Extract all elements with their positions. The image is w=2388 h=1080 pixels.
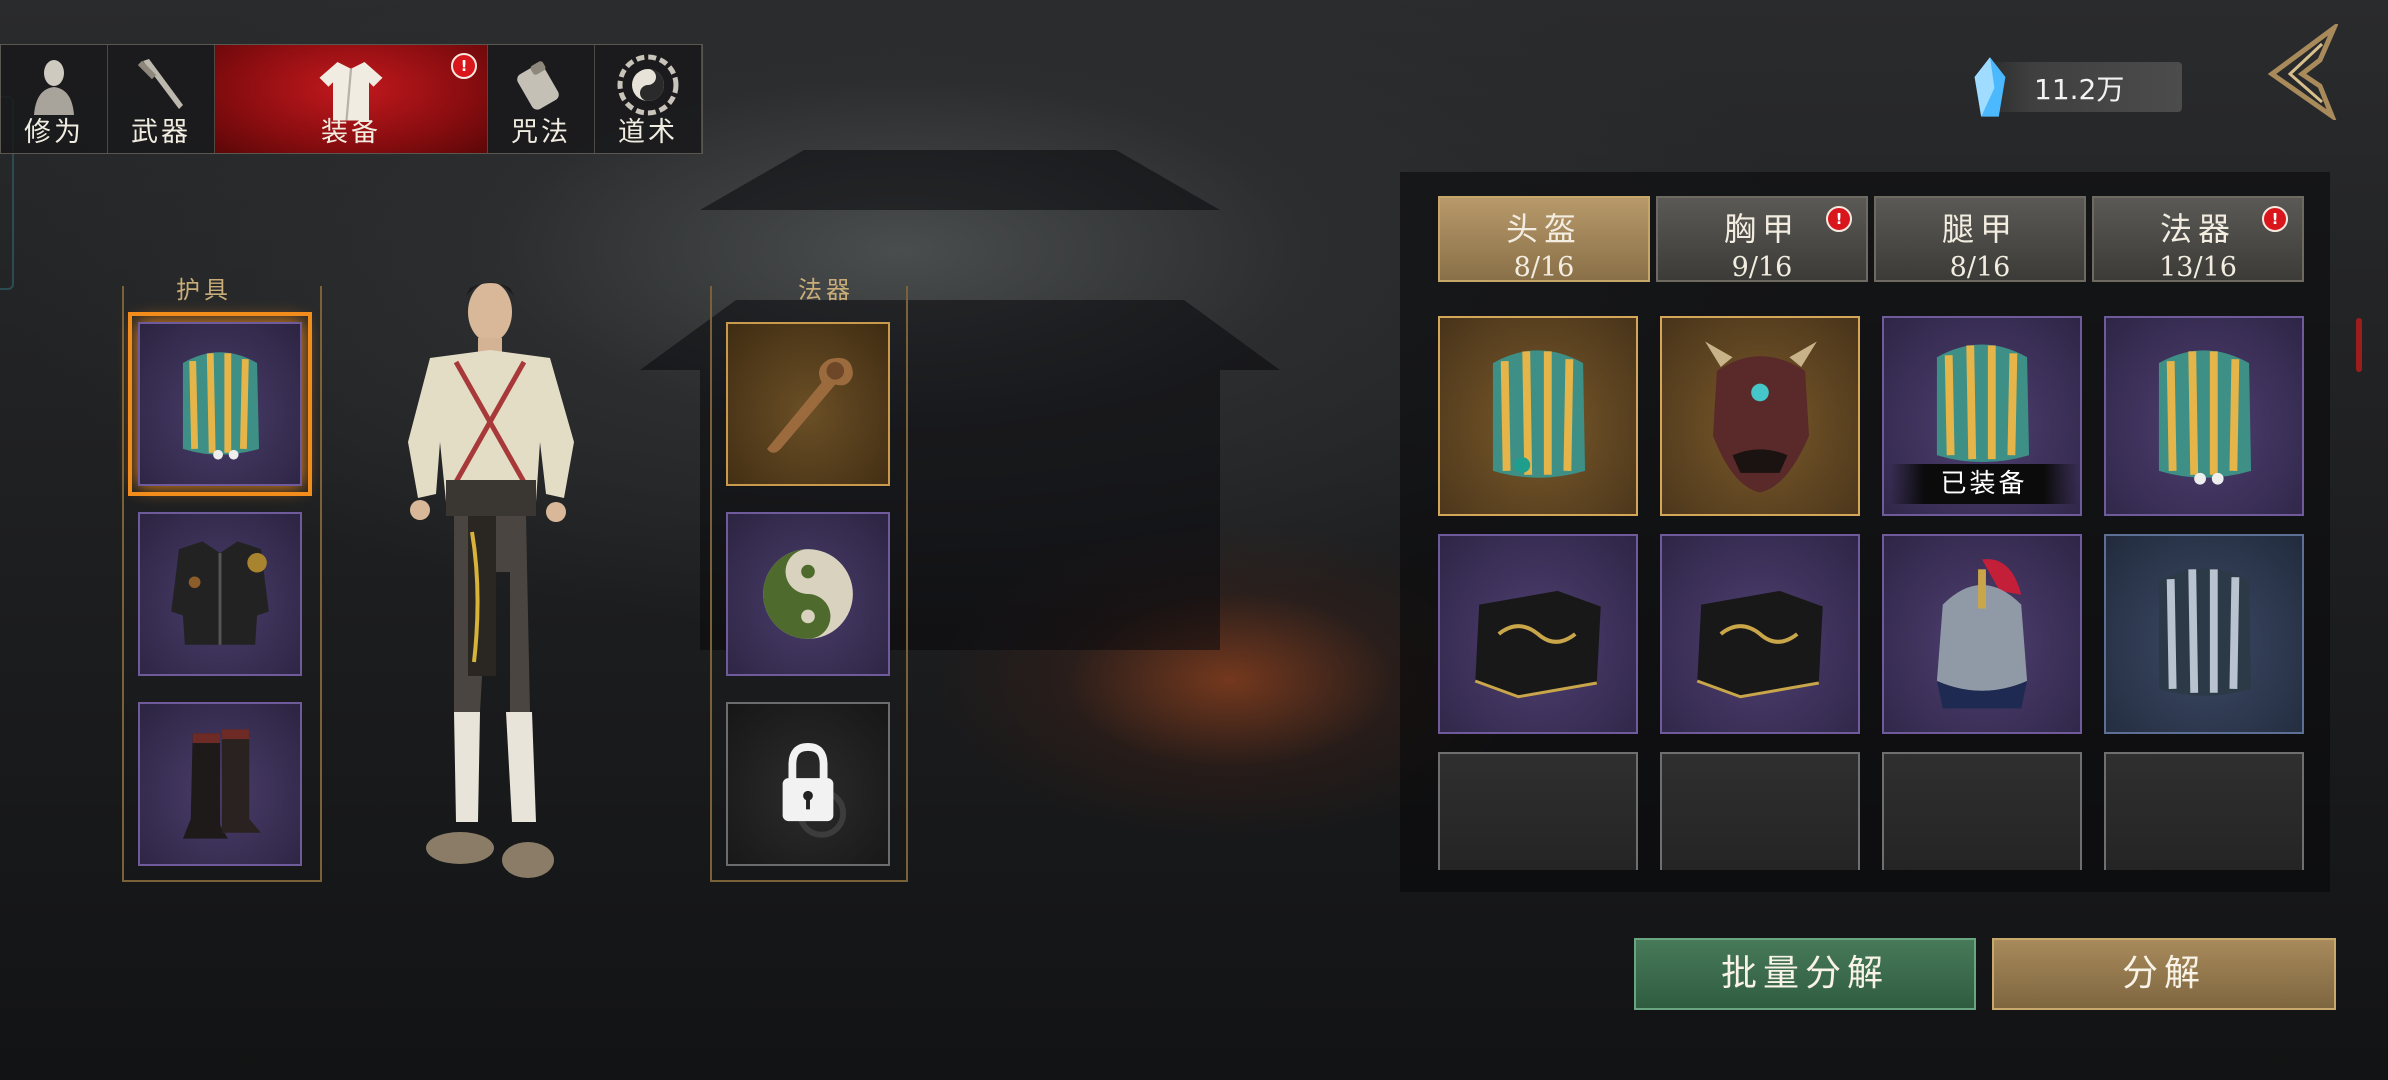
taiji-orb-icon: [763, 549, 853, 639]
lock-icon: [782, 743, 847, 838]
demon-mask-icon: [1705, 341, 1817, 493]
inventory-empty-slot[interactable]: [1882, 752, 2082, 870]
category-count: 8/16: [1513, 252, 1575, 283]
artifact-slot-2[interactable]: [726, 512, 890, 676]
inventory-item-demon-mask[interactable]: [1660, 316, 1860, 516]
inventory-item-golden-helmet[interactable]: [1438, 316, 1638, 516]
category-label: 腿甲: [1941, 210, 2018, 248]
inventory-empty-slot[interactable]: [1438, 752, 1638, 870]
currency-value: 11.2万: [2034, 73, 2125, 106]
inventory-item-silver-helmet[interactable]: [2104, 534, 2304, 734]
taiji-bagua-icon: [617, 54, 679, 116]
tab-helmet[interactable]: 头盔 8/16: [1438, 196, 1650, 283]
tab-cultivation[interactable]: 修为: [1, 45, 108, 153]
artifact-slot-1[interactable]: [726, 322, 890, 486]
inventory-item-black-hat-2[interactable]: [1660, 534, 1860, 734]
back-arrow-icon[interactable]: [2262, 24, 2338, 120]
inventory-empty-slot[interactable]: [1660, 752, 1860, 870]
alert-badge: !: [1826, 206, 1852, 232]
robe-icon: [319, 62, 383, 121]
temple-silhouette: [700, 150, 1220, 210]
artifact-frame-title: 法器: [798, 276, 854, 304]
golden-helmet-icon: [2158, 350, 2252, 485]
character-model: [408, 282, 574, 878]
tab-weapon[interactable]: 武器: [108, 45, 215, 153]
armor-frame-title: 护具: [176, 276, 232, 304]
tab-spell[interactable]: 咒法: [488, 45, 595, 153]
scroll-talisman-icon: [517, 61, 559, 110]
cultivation-figure-icon: [34, 60, 74, 115]
inventory-item-golden-helmet-equipped[interactable]: 已装备: [1882, 316, 2082, 516]
sword-icon: [137, 59, 183, 109]
tab-taoism[interactable]: 道术: [595, 45, 702, 153]
inventory-item-golden-helmet-2[interactable]: [2104, 316, 2304, 516]
tab-legs[interactable]: 腿甲 8/16: [1874, 196, 2086, 283]
alert-badge: !: [451, 53, 477, 79]
decompose-button[interactable]: 分解: [1992, 938, 2336, 1010]
ruyi-scepter-icon: [767, 357, 853, 453]
blue-crystal-icon: [1974, 57, 2006, 117]
category-label: 头盔: [1505, 210, 1582, 248]
inventory-item-black-hat[interactable]: [1438, 534, 1638, 734]
golden-helmet-icon: [182, 352, 260, 460]
category-count: 13/16: [2159, 252, 2237, 283]
tab-equipment[interactable]: 装备 !: [215, 45, 488, 153]
inventory-grid: 已装备: [1438, 316, 2308, 870]
batch-decompose-button[interactable]: 批量分解: [1634, 938, 1976, 1010]
chest-armor-icon: [171, 541, 269, 645]
armor-slot-chest[interactable]: [138, 512, 302, 676]
black-hat-icon: [1474, 590, 1601, 699]
inventory-item-plumed-helmet[interactable]: [1882, 534, 2082, 734]
black-hat-icon: [1696, 590, 1823, 699]
tab-artifact[interactable]: 法器 13/16 !: [2092, 196, 2304, 283]
inventory-empty-slot[interactable]: [2104, 752, 2304, 870]
tab-chest[interactable]: 胸甲 9/16 !: [1656, 196, 1868, 283]
golden-helmet-icon: [1492, 350, 1586, 478]
artifact-slot-locked[interactable]: [726, 702, 890, 866]
armor-slot-legs[interactable]: [138, 702, 302, 866]
category-count: 8/16: [1949, 252, 2011, 283]
top-tab-bar: 修为 武器 装备 ! 咒法 道术: [0, 44, 703, 154]
armor-slot-helmet[interactable]: [128, 312, 312, 496]
currency-display: 11.2万: [1974, 57, 2182, 117]
category-tabs: 头盔 8/16 胸甲 9/16 ! 腿甲 8/16 法器 13/16 !: [1438, 196, 2304, 283]
category-count: 9/16: [1731, 252, 1793, 283]
silver-helmet-icon: [2158, 568, 2252, 696]
equipped-tag: 已装备: [1890, 464, 2078, 504]
alert-badge: !: [2262, 206, 2288, 232]
inventory-scrollbar[interactable]: [2356, 318, 2362, 372]
plumed-helmet-icon: [1936, 559, 2028, 709]
boots-icon: [182, 729, 261, 839]
